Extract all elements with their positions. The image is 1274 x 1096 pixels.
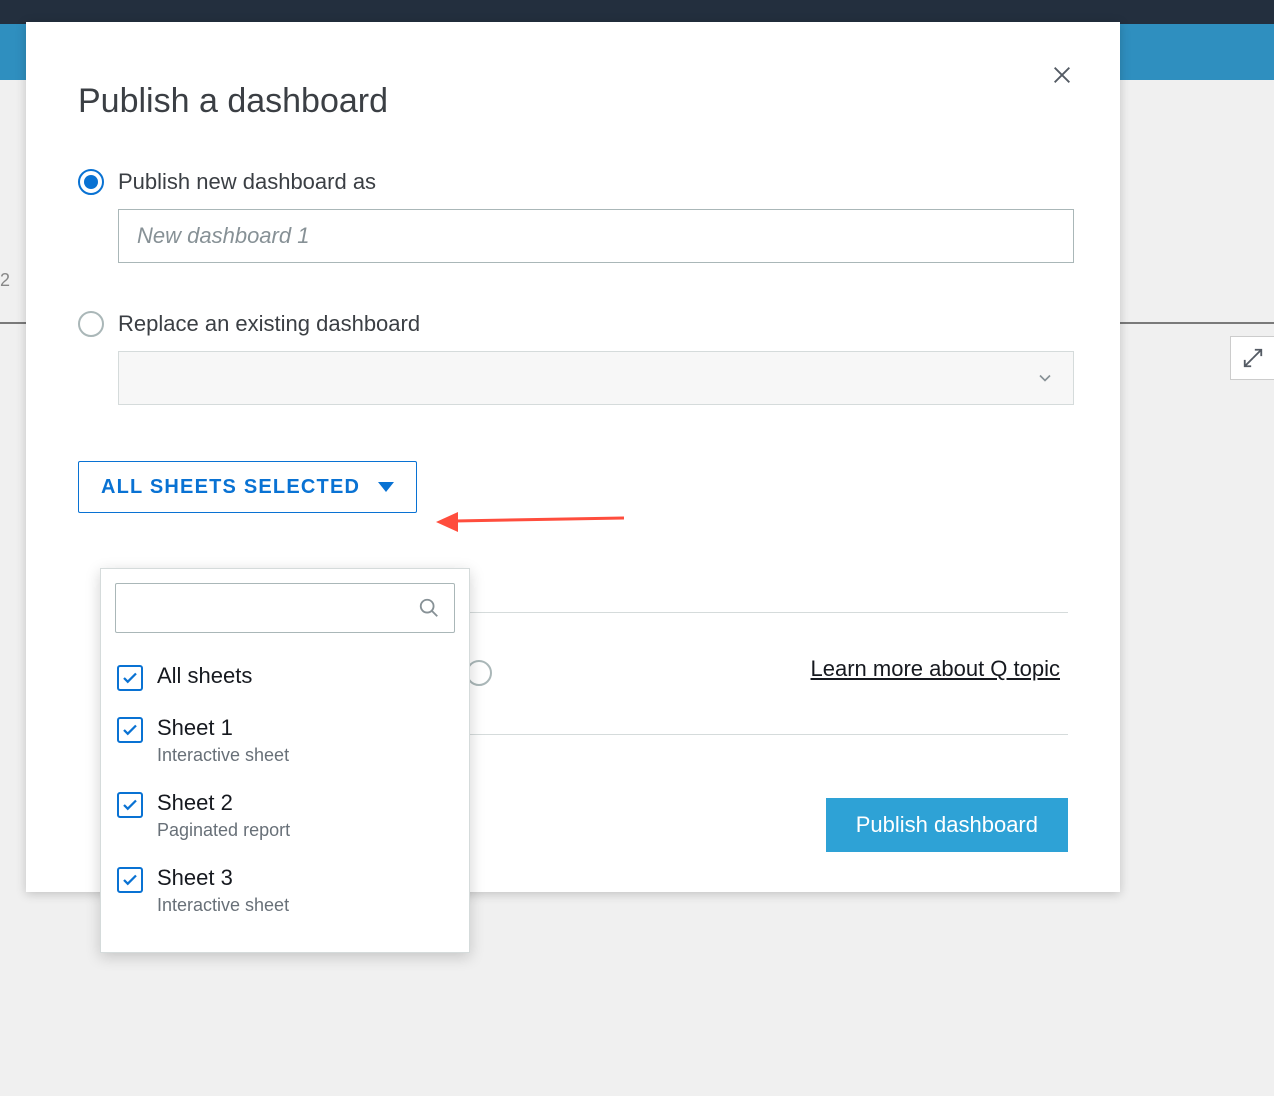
radio-publish-new-label: Publish new dashboard as — [118, 169, 376, 195]
sheet-subtitle: Paginated report — [157, 820, 290, 841]
sheet-option[interactable]: Sheet 1 Interactive sheet — [115, 703, 455, 778]
sheets-selected-label: ALL SHEETS SELECTED — [101, 476, 360, 499]
modal-title: Publish a dashboard — [78, 82, 1068, 121]
checkbox-sheet-2[interactable] — [117, 792, 143, 818]
sheets-dropdown-panel: All sheets Sheet 1 Interactive sheet She… — [100, 568, 470, 953]
expand-icon — [1242, 347, 1264, 369]
replace-block: Replace an existing dashboard — [78, 311, 1068, 405]
sheet-name: Sheet 3 — [157, 865, 289, 891]
publish-dashboard-button[interactable]: Publish dashboard — [826, 798, 1068, 852]
new-dashboard-name-input[interactable] — [118, 209, 1074, 263]
checkbox-sheet-3[interactable] — [117, 867, 143, 893]
radio-replace-existing-label: Replace an existing dashboard — [118, 311, 420, 337]
publish-dashboard-modal: Publish a dashboard Publish new dashboar… — [26, 22, 1120, 892]
expand-panel-button[interactable] — [1230, 336, 1274, 380]
sheets-all-label: All sheets — [157, 663, 252, 689]
sheets-selected-dropdown[interactable]: ALL SHEETS SELECTED — [78, 461, 417, 513]
sheet-option[interactable]: Sheet 3 Interactive sheet — [115, 853, 455, 928]
app-topbar — [0, 0, 1274, 24]
publish-new-block: Publish new dashboard as — [78, 169, 1068, 263]
sheet-option[interactable]: Sheet 2 Paginated report — [115, 778, 455, 853]
close-icon — [1051, 64, 1073, 86]
sheet-subtitle: Interactive sheet — [157, 745, 289, 766]
sheets-search-input[interactable] — [115, 583, 455, 633]
sheets-all-option[interactable]: All sheets — [115, 651, 455, 703]
canvas-truncated-label: 2 — [0, 270, 12, 291]
sheet-subtitle: Interactive sheet — [157, 895, 289, 916]
caret-down-icon — [378, 482, 394, 492]
sheet-name: Sheet 1 — [157, 715, 289, 741]
sheet-name: Sheet 2 — [157, 790, 290, 816]
close-button[interactable] — [1048, 62, 1076, 90]
chevron-down-icon — [1035, 368, 1055, 388]
existing-dashboard-select[interactable] — [118, 351, 1074, 405]
radio-replace-existing[interactable] — [78, 311, 104, 337]
search-icon — [418, 597, 440, 619]
learn-more-q-topic-link[interactable]: Learn more about Q topic — [811, 656, 1060, 682]
radio-publish-new[interactable] — [78, 169, 104, 195]
checkbox-all-sheets[interactable] — [117, 665, 143, 691]
checkbox-sheet-1[interactable] — [117, 717, 143, 743]
